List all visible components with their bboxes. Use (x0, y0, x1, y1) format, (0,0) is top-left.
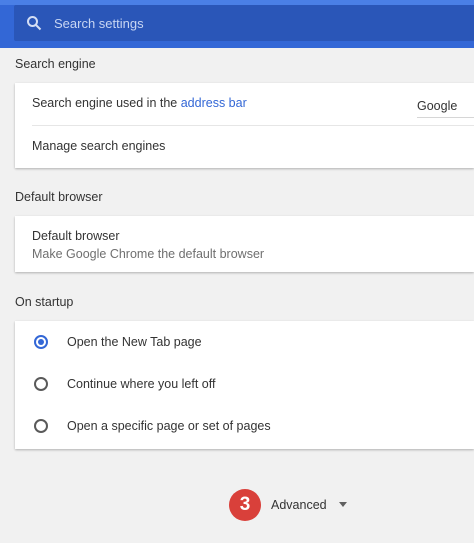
search-engine-used-label: Search engine used in the (32, 96, 181, 110)
search-engine-select-value: Google (417, 98, 458, 113)
startup-option-label: Continue where you left off (67, 377, 216, 391)
startup-option-new-tab[interactable]: Open the New Tab page (15, 321, 474, 363)
radio-button[interactable] (34, 377, 48, 391)
search-engine-card: Search engine used in the address bar Go… (15, 83, 474, 168)
search-icon[interactable] (14, 5, 54, 41)
startup-option-label: Open a specific page or set of pages (67, 419, 271, 433)
startup-option-continue[interactable]: Continue where you left off (15, 363, 474, 405)
on-startup-card: Open the New Tab page Continue where you… (15, 321, 474, 449)
step-number-badge: 3 (229, 489, 261, 521)
search-input[interactable] (54, 15, 434, 31)
section-title-default-browser: Default browser (15, 190, 103, 204)
default-browser-title: Default browser (32, 229, 120, 243)
top-toolbar (0, 0, 474, 48)
manage-search-engines-row[interactable]: Manage search engines (15, 126, 474, 168)
startup-option-specific-pages[interactable]: Open a specific page or set of pages (15, 405, 474, 449)
section-title-on-startup: On startup (15, 295, 74, 309)
chevron-down-icon[interactable] (339, 502, 347, 507)
radio-button[interactable] (34, 419, 48, 433)
section-title-search-engine: Search engine (15, 57, 96, 71)
default-browser-subtitle: Make Google Chrome the default browser (32, 247, 265, 261)
search-engine-select[interactable]: Google (417, 94, 474, 118)
radio-button-checked[interactable] (34, 335, 48, 349)
manage-search-engines-label: Manage search engines (32, 139, 166, 153)
search-engine-used-row: Search engine used in the address bar (32, 96, 412, 110)
search-box[interactable] (14, 5, 474, 41)
default-browser-card: Default browser Make Google Chrome the d… (15, 216, 474, 272)
address-bar-link[interactable]: address bar (181, 96, 247, 110)
advanced-button[interactable]: Advanced (271, 498, 327, 512)
startup-option-label: Open the New Tab page (67, 335, 202, 349)
